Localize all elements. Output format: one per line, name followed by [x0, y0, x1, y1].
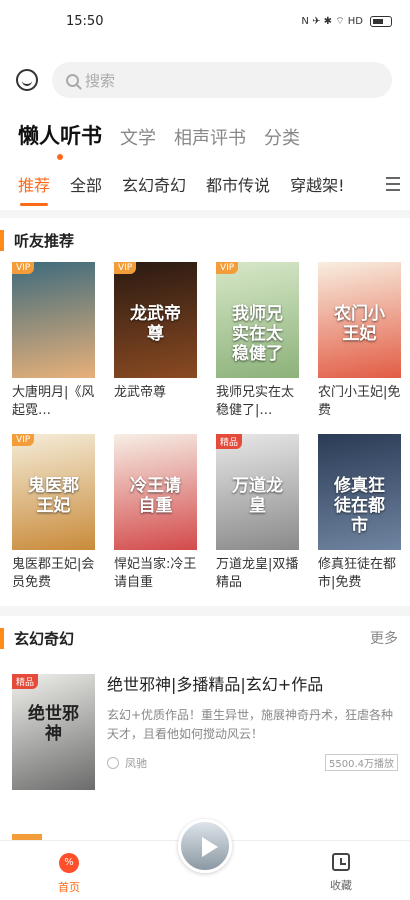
network-icons: N ✈ ✱ ⌔ HD: [301, 15, 363, 27]
section-header-fantasy: 玄幻奇幻 更多: [0, 616, 410, 660]
book-title: 龙武帝尊: [114, 385, 167, 400]
section-header-recommend: 听友推荐: [0, 218, 410, 262]
sub-tab-all[interactable]: 全部: [70, 172, 102, 196]
author-icon: [107, 756, 119, 769]
tab-literature[interactable]: 文学: [120, 124, 156, 156]
feature-book[interactable]: 精品 绝世邪神 绝世邪神|多播精品|玄幻+作品 玄幻+优质作品！重生异世，施展神…: [0, 660, 410, 790]
cover-badge: VIP: [216, 262, 239, 274]
cover-title: 绝世邪神: [28, 704, 79, 744]
search-placeholder: 搜索: [85, 71, 116, 90]
avatar-icon[interactable]: [16, 69, 38, 91]
cover-title: 我师兄实在太稳健了: [232, 304, 283, 364]
book-cover: 修真狂徒在都市: [318, 434, 401, 550]
book-cover: 冷王请自重: [114, 434, 197, 550]
book-cover: VIP 我师兄实在太稳健了: [216, 262, 299, 378]
book-card[interactable]: VIP 大唐明月|《风起霓…: [12, 262, 96, 424]
cover-badge: VIP: [114, 262, 137, 274]
feature-meta: 凤驰 5500.4万播放: [107, 754, 398, 771]
play-button[interactable]: [178, 819, 232, 873]
book-card[interactable]: 精品万道龙皇万道龙皇|双播精品: [216, 434, 300, 596]
cover-title: 农门小王妃: [334, 304, 385, 344]
cover-title: 万道龙皇: [232, 476, 283, 516]
nav-fav-label: 收藏: [330, 879, 352, 892]
search-input[interactable]: 搜索: [52, 62, 392, 98]
feature-desc: 玄幻+优质作品！重生异世，施展神奇丹术，狂虐各种天才，且看他如何搅动风云！: [107, 708, 394, 741]
book-card[interactable]: VIP 鬼医郡王妃鬼医郡王妃|会员免费: [12, 434, 96, 596]
cover-badge: 精品: [216, 434, 243, 449]
feature-info: 绝世邪神|多播精品|玄幻+作品 玄幻+优质作品！重生异世，施展神奇丹术，狂虐各种…: [107, 674, 398, 790]
main-tabs: 懒人听书 文学 相声评书 分类: [0, 112, 410, 160]
premium-badge: 精品: [12, 674, 39, 689]
sub-tab-fantasy[interactable]: 玄幻奇幻: [122, 172, 186, 196]
active-tab-indicator: [57, 154, 63, 160]
book-title: 万道龙皇|双播精品: [216, 557, 299, 590]
more-link[interactable]: 更多: [370, 628, 398, 648]
book-title: 农门小王妃|免费: [318, 385, 401, 418]
favorites-icon: [332, 853, 350, 871]
section-title: 听友推荐: [0, 229, 74, 251]
author-name: 凤驰: [125, 756, 147, 770]
book-cover: VIP 鬼医郡王妃: [12, 434, 95, 550]
book-card[interactable]: 修真狂徒在都市修真狂徒在都市|免费: [318, 434, 402, 596]
cover-badge: VIP: [12, 262, 35, 274]
status-bar: 15:50 N ✈ ✱ ⌔ HD: [0, 0, 410, 42]
cover-badge: VIP: [12, 434, 35, 446]
cover-title: 鬼医郡王妃: [28, 476, 79, 516]
sub-tab-urban[interactable]: 都市传说: [206, 172, 270, 196]
play-count: 5500.4万播放: [325, 754, 398, 771]
author: 凤驰: [107, 755, 147, 771]
nav-home[interactable]: % 首页: [39, 853, 99, 895]
cover-title: 修真狂徒在都市: [334, 476, 385, 536]
book-card[interactable]: VIP 我师兄实在太稳健了我师兄实在太稳健了|…: [216, 262, 300, 424]
book-title: 鬼医郡王妃|会员免费: [12, 557, 95, 590]
section-gap: [0, 606, 410, 616]
book-title: 我师兄实在太稳健了|…: [216, 385, 295, 418]
book-grid: VIP 大唐明月|《风起霓… VIP 龙武帝尊 龙武帝尊 VIP 我师兄实在太稳健了 我师兄实…: [0, 262, 410, 596]
sub-tab-recommend[interactable]: 推荐: [18, 172, 50, 206]
home-icon: %: [59, 853, 79, 873]
status-icons: N ✈ ✱ ⌔ HD: [301, 15, 392, 28]
cover-title: 冷王请自重: [130, 476, 181, 516]
book-cover: VIP: [12, 262, 95, 378]
sub-tabs: 推荐 全部 玄幻奇幻 都市传说 穿越架!: [0, 162, 410, 206]
menu-icon[interactable]: [386, 177, 400, 195]
tab-category[interactable]: 分类: [264, 124, 300, 156]
tab-lazy-listen[interactable]: 懒人听书: [18, 120, 102, 160]
book-card[interactable]: 农门小王妃农门小王妃|免费: [318, 262, 402, 424]
book-cover: 精品 绝世邪神: [12, 674, 95, 790]
book-cover: VIP 龙武帝尊: [114, 262, 197, 378]
search-icon: [66, 73, 79, 87]
feature-title: 绝世邪神|多播精品|玄幻+作品: [107, 675, 324, 694]
section-title: 玄幻奇幻: [0, 627, 74, 649]
divider: [0, 210, 410, 218]
sub-tab-time-travel[interactable]: 穿越架!: [290, 172, 344, 196]
nav-home-label: 首页: [58, 881, 80, 894]
book-card[interactable]: 冷王请自重悍妃当家:冷王请自重: [114, 434, 198, 596]
status-time: 15:50: [66, 13, 104, 29]
book-title: 悍妃当家:冷王请自重: [114, 557, 197, 590]
tab-crosstalk[interactable]: 相声评书: [174, 124, 246, 156]
cover-title: 龙武帝尊: [130, 304, 181, 344]
book-cover: 农门小王妃: [318, 262, 401, 378]
book-card[interactable]: VIP 龙武帝尊 龙武帝尊: [114, 262, 198, 424]
nav-favorites[interactable]: 收藏: [311, 853, 371, 893]
battery-icon: [370, 15, 392, 27]
search-row: 搜索: [0, 56, 410, 104]
book-cover: 精品万道龙皇: [216, 434, 299, 550]
tab-label: 懒人听书: [18, 124, 102, 148]
book-title: 大唐明月|《风起霓…: [12, 385, 95, 418]
bottom-nav: % 首页 收藏: [0, 819, 410, 900]
book-title: 修真狂徒在都市|免费: [318, 557, 397, 590]
